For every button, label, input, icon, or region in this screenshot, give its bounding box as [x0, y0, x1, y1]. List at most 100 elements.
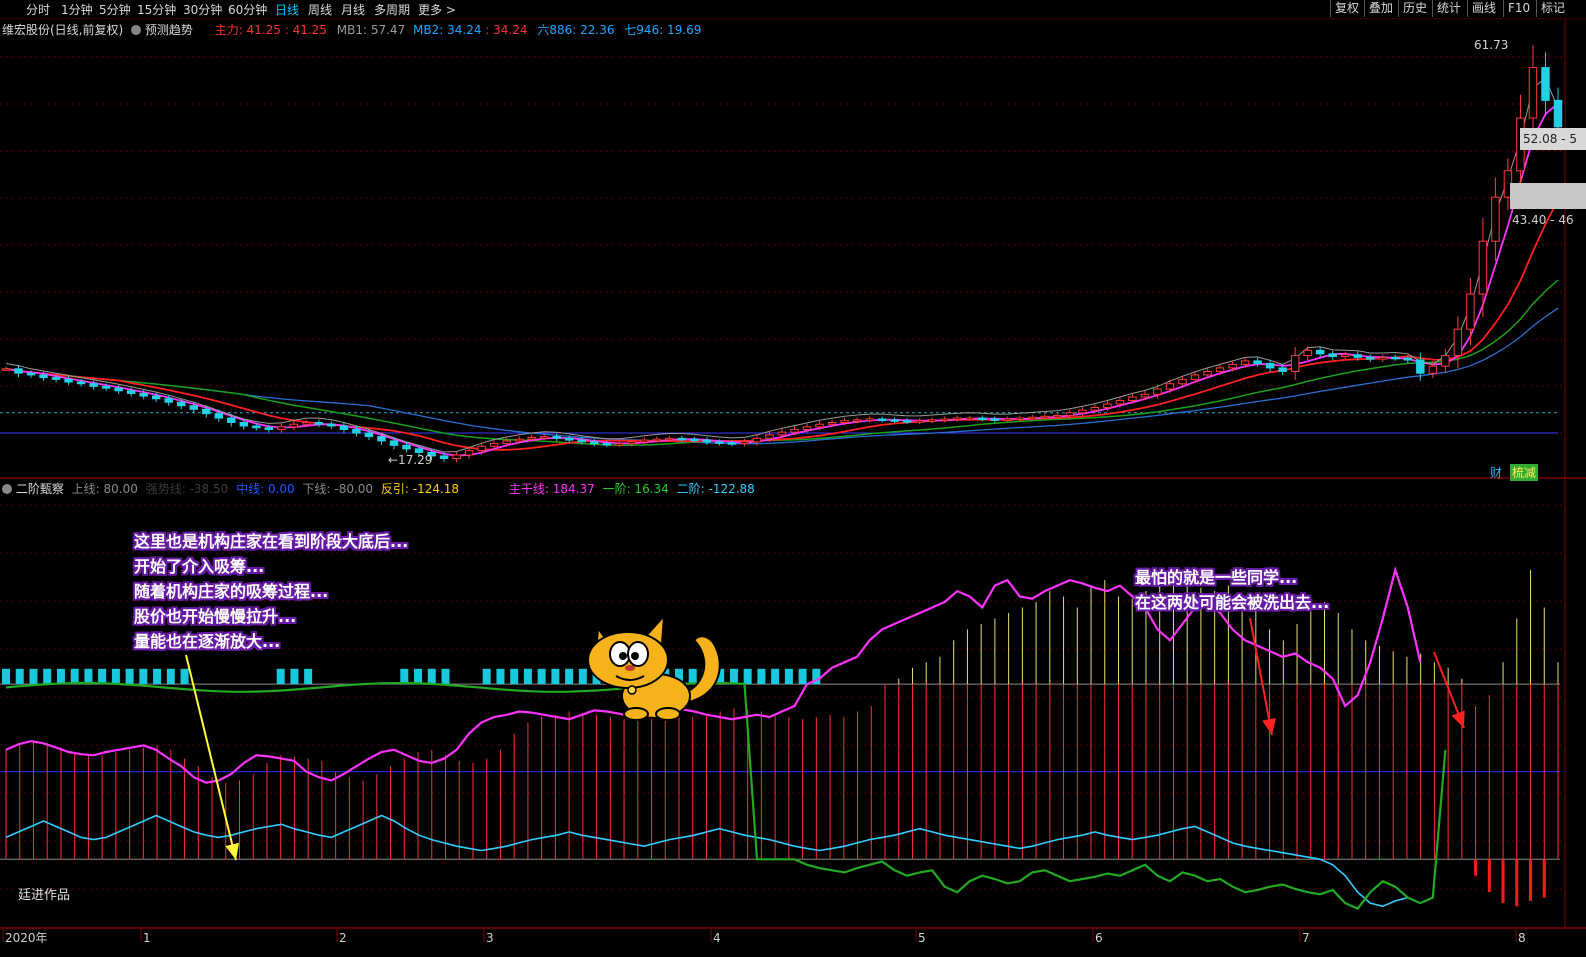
candle-body	[1028, 416, 1037, 420]
candle-body	[1265, 363, 1275, 369]
candle-body	[1240, 360, 1250, 365]
xaxis-label: 4	[713, 931, 721, 945]
candle-body	[1253, 360, 1262, 365]
annotation-left-line: 随着机构庄家的吸筹过程...	[134, 582, 329, 601]
candle-body	[727, 442, 737, 445]
candle-body	[1140, 393, 1150, 398]
candle-body	[527, 436, 536, 440]
predict-icon[interactable]	[131, 25, 142, 35]
candle-body	[1466, 293, 1475, 330]
indicator-name[interactable]: 二阶甄察	[16, 482, 64, 496]
cyan-volume-bar	[153, 668, 162, 685]
cyan-volume-bar	[510, 668, 519, 685]
candle-body	[101, 385, 111, 389]
candle-body	[202, 408, 211, 415]
candle-body	[877, 418, 887, 421]
cyan-volume-bar	[537, 668, 546, 685]
candle-body	[752, 437, 762, 443]
predict-trend-toggle[interactable]: 预测趋势	[145, 23, 193, 37]
high-price-label: 61.73	[1474, 38, 1509, 52]
candle-body	[1053, 414, 1062, 418]
candle-body	[590, 441, 599, 445]
cyan-volume-bar	[304, 668, 313, 685]
ma-magenta-line	[5, 102, 1559, 457]
candle-body	[227, 417, 236, 423]
legend-mb2: MB2: 34.24	[413, 23, 482, 37]
candle-body	[189, 405, 198, 410]
cyan-volume-bar	[482, 668, 491, 685]
cyan-volume-bar	[70, 668, 79, 685]
annotation-left-line: 开始了介入吸筹...	[134, 557, 265, 576]
candle-body	[1065, 412, 1075, 416]
candle-body	[665, 437, 674, 441]
cyan-volume-bar	[125, 668, 134, 685]
legend-mb2b: : 34.24	[485, 23, 528, 37]
candle-body	[402, 444, 411, 450]
candle-body	[539, 436, 549, 439]
candle-body	[352, 429, 361, 434]
candle-body	[1353, 354, 1362, 358]
legend-first: 一阶: 16.34	[602, 482, 669, 496]
ma-gray-line	[5, 77, 1559, 453]
cyan-volume-bar	[400, 668, 409, 685]
legend-upper: 上线: 80.00	[71, 482, 138, 496]
cyan-volume-bar	[98, 668, 107, 685]
candle-body	[489, 443, 499, 447]
candle-body	[1528, 67, 1538, 119]
stock-title[interactable]: 维宏股份(日线,前复权)	[2, 23, 123, 37]
cyan-volume-bar	[84, 668, 93, 685]
candle-body	[1541, 67, 1550, 101]
annotation-left-line: 这里也是机构庄家在看到阶段大底后...	[134, 532, 409, 551]
candle-body	[76, 381, 86, 385]
cyan-volume-bar	[15, 668, 24, 685]
candle-body	[314, 421, 324, 425]
cyan-volume-bar	[111, 668, 120, 685]
candle-body	[840, 420, 849, 423]
candle-body	[915, 420, 924, 423]
candle-body	[252, 425, 261, 429]
xaxis-label: 8	[1518, 931, 1526, 945]
candle-body	[827, 421, 837, 425]
candle-body	[1190, 374, 1200, 380]
candle-body	[627, 441, 637, 445]
legend-seven: 七946: 19.69	[624, 23, 702, 37]
candle-body	[815, 423, 824, 428]
candle-body	[1553, 99, 1563, 128]
cyan-volume-bar	[276, 668, 285, 685]
candle-body	[1203, 370, 1212, 376]
cyan-volume-bar	[757, 668, 766, 685]
candle-body	[1441, 355, 1450, 367]
candle-body	[1015, 417, 1025, 421]
kline-chart-canvas[interactable]: 2020年 1 2 3 4 5 6 7 8	[0, 0, 1586, 957]
candle-body	[1428, 365, 1438, 374]
candle-body	[1003, 418, 1012, 421]
candle-body	[1165, 383, 1175, 390]
candle-body	[652, 438, 662, 442]
candle-body	[264, 427, 274, 431]
cyan-volume-bar	[565, 668, 574, 685]
xaxis-label: 6	[1095, 931, 1103, 945]
candle-body	[14, 368, 23, 374]
cyan-volume-bar	[43, 668, 52, 685]
candle-body	[1115, 399, 1125, 405]
candle-body	[1366, 356, 1375, 360]
annotation-left-line: 量能也在逐渐放大...	[134, 632, 281, 651]
candle-body	[1290, 355, 1300, 372]
cyan-volume-bar	[290, 668, 299, 685]
reduction-tag[interactable]: 梳减	[1510, 464, 1539, 481]
annotation-right-line: 在这两处可能会被洗出去...	[1135, 593, 1330, 612]
candle-body	[377, 436, 386, 442]
xaxis-label: 2	[339, 931, 347, 945]
legend-six: 六886: 22.36	[537, 23, 615, 37]
candle-body	[439, 455, 449, 460]
legend-mb1: MB1: 57.47	[336, 23, 406, 37]
candle-body	[865, 418, 874, 421]
candle-body	[602, 443, 611, 446]
cyan-volume-bar	[496, 668, 505, 685]
indicator-icon[interactable]	[2, 484, 12, 494]
candle-body	[640, 439, 649, 443]
candle-body	[277, 426, 286, 431]
finance-tag[interactable]: 财	[1490, 464, 1502, 481]
candle-body	[1403, 357, 1413, 361]
candle-body	[990, 418, 999, 421]
